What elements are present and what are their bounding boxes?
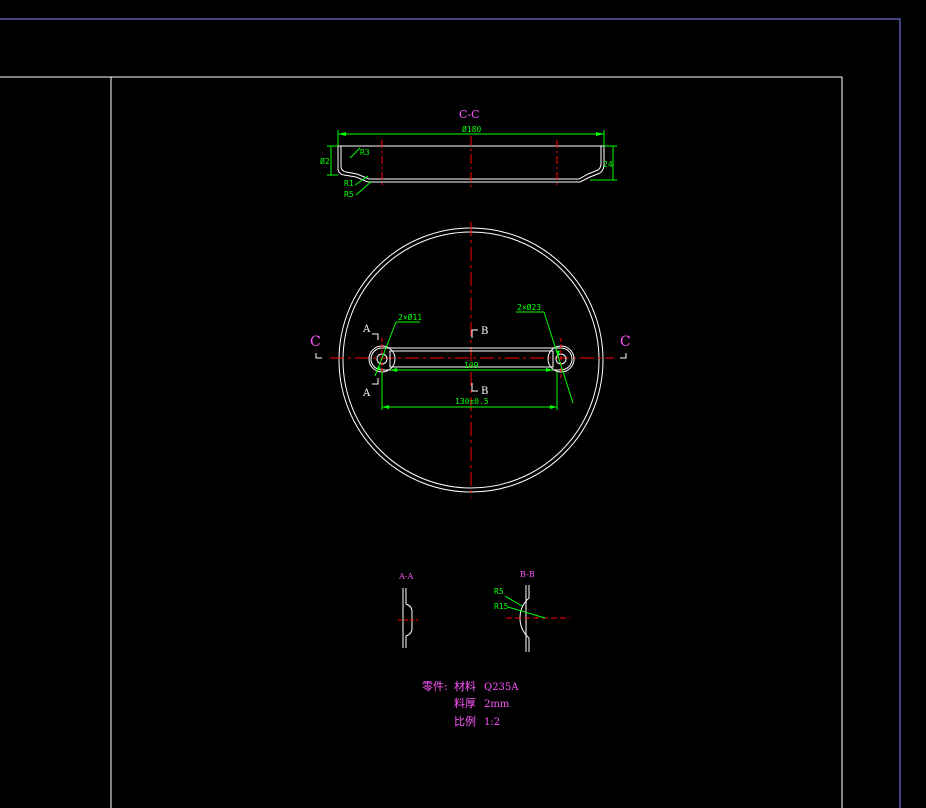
leader-r3	[349, 147, 361, 159]
dim-text-r5: R5	[344, 190, 354, 199]
cad-drawing: C-C Ø180 Ø2 24 R3 R1 R5 C C A A B B 2×Ø1…	[0, 18, 901, 808]
cut-label-b-bottom: B	[481, 386, 488, 397]
cut-marker-b-top	[471, 329, 478, 338]
cut-label-c-right: C	[620, 334, 631, 350]
note-material-label: 材料	[454, 679, 476, 693]
note-scale-label: 比例	[454, 714, 476, 728]
cut-label-b-top: B	[481, 326, 488, 337]
dim-text-diameter: Ø180	[462, 124, 481, 134]
dim-text-outer: 130±0.5	[455, 397, 489, 406]
section-bb-title: B-B	[520, 570, 535, 579]
outer-frame	[0, 18, 901, 808]
section-bb: B-B R5 R15	[494, 570, 570, 652]
dim-arrow-left	[338, 132, 346, 136]
dim-text-height-left: Ø2	[320, 156, 330, 166]
note-material-value: Q235A	[484, 682, 519, 693]
dim-arrow-right	[596, 132, 604, 136]
cut-marker-c-left	[315, 353, 322, 359]
dim-text-inner: 109	[464, 361, 479, 370]
cut-marker-a-bottom	[372, 378, 379, 385]
border-frame	[0, 76, 843, 808]
dim-outer-arrow-right	[550, 405, 557, 409]
plan-view: C C A A B B 2×Ø11 2×Ø23 109 130±0.5	[310, 222, 631, 498]
cut-label-c-left: C	[310, 334, 321, 350]
cut-marker-c-right	[620, 353, 627, 359]
dim-text-height-right: 24	[603, 160, 613, 169]
note-thickness-value: 2mm	[484, 699, 510, 710]
dim-text-r3: R3	[360, 148, 370, 157]
dim-text-bb-r15: R15	[494, 602, 509, 611]
cut-marker-a-top	[372, 333, 379, 340]
cut-marker-b-bottom	[471, 383, 478, 392]
note-part-label: 零件:	[422, 680, 448, 693]
section-cc-title: C-C	[459, 108, 480, 121]
drawing-frames	[0, 18, 901, 808]
hole-note-right: 2×Ø23	[517, 302, 541, 312]
section-aa: A-A	[398, 572, 418, 648]
dim-text-r1: R1	[344, 179, 354, 188]
dim-text-bb-r5: R5	[494, 587, 504, 596]
hole-note-left: 2×Ø11	[398, 312, 422, 322]
section-cc: C-C Ø180 Ø2 24 R3 R1 R5	[320, 108, 617, 199]
note-thickness-label: 料厚	[454, 696, 476, 710]
cut-label-a-top: A	[362, 324, 371, 335]
cut-label-a-bottom: A	[362, 388, 371, 399]
section-aa-profile	[402, 588, 413, 648]
dim-outer-arrow-left	[382, 405, 389, 409]
note-scale-value: 1:2	[484, 717, 500, 728]
section-aa-title: A-A	[398, 572, 413, 581]
notes-block: 零件: 材料 Q235A 料厚 2mm 比例 1:2	[422, 679, 519, 728]
